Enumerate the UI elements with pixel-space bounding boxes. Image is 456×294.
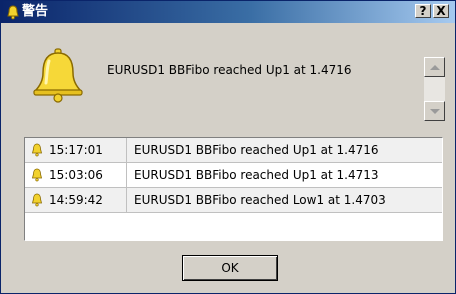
bell-icon: [7, 5, 19, 20]
alert-list[interactable]: 15:17:01 EURUSD1 BBFibo reached Up1 at 1…: [24, 137, 443, 241]
alert-text: EURUSD1 BBFibo reached Up1 at 1.4716: [134, 143, 379, 157]
alert-message: EURUSD1 BBFibo reached Up1 at 1.4716: [107, 63, 352, 77]
list-item[interactable]: 15:03:06 EURUSD1 BBFibo reached Up1 at 1…: [25, 163, 442, 188]
help-button[interactable]: ?: [415, 4, 431, 18]
alert-text: EURUSD1 BBFibo reached Low1 at 1.4703: [134, 193, 386, 207]
ok-button[interactable]: OK: [182, 255, 278, 281]
arrow-up-icon: [430, 65, 440, 70]
alert-text: EURUSD1 BBFibo reached Up1 at 1.4713: [134, 168, 379, 182]
column-divider: [126, 163, 127, 187]
alert-time: 14:59:42: [49, 193, 103, 207]
arrow-down-icon: [430, 109, 440, 114]
bell-icon: [31, 168, 43, 182]
column-divider: [126, 138, 127, 162]
window-title: 警告: [22, 4, 49, 19]
scroll-down-button[interactable]: [424, 101, 445, 121]
alert-time: 15:17:01: [49, 143, 103, 157]
list-item[interactable]: 15:17:01 EURUSD1 BBFibo reached Up1 at 1…: [25, 138, 442, 163]
close-button[interactable]: X: [433, 4, 449, 18]
alert-time: 15:03:06: [49, 168, 103, 182]
scroll-up-button[interactable]: [424, 57, 445, 77]
column-divider: [126, 188, 127, 212]
alert-window: 警告 ? X EURUSD1 BBFibo reached Up1 at 1.4…: [0, 0, 456, 294]
title-bar[interactable]: 警告 ? X: [1, 1, 455, 23]
list-item[interactable]: 14:59:42 EURUSD1 BBFibo reached Low1 at …: [25, 188, 442, 213]
bell-icon: [31, 143, 43, 157]
large-bell-icon: [33, 48, 83, 103]
bell-icon: [31, 193, 43, 207]
message-scrollbar[interactable]: [424, 57, 445, 121]
